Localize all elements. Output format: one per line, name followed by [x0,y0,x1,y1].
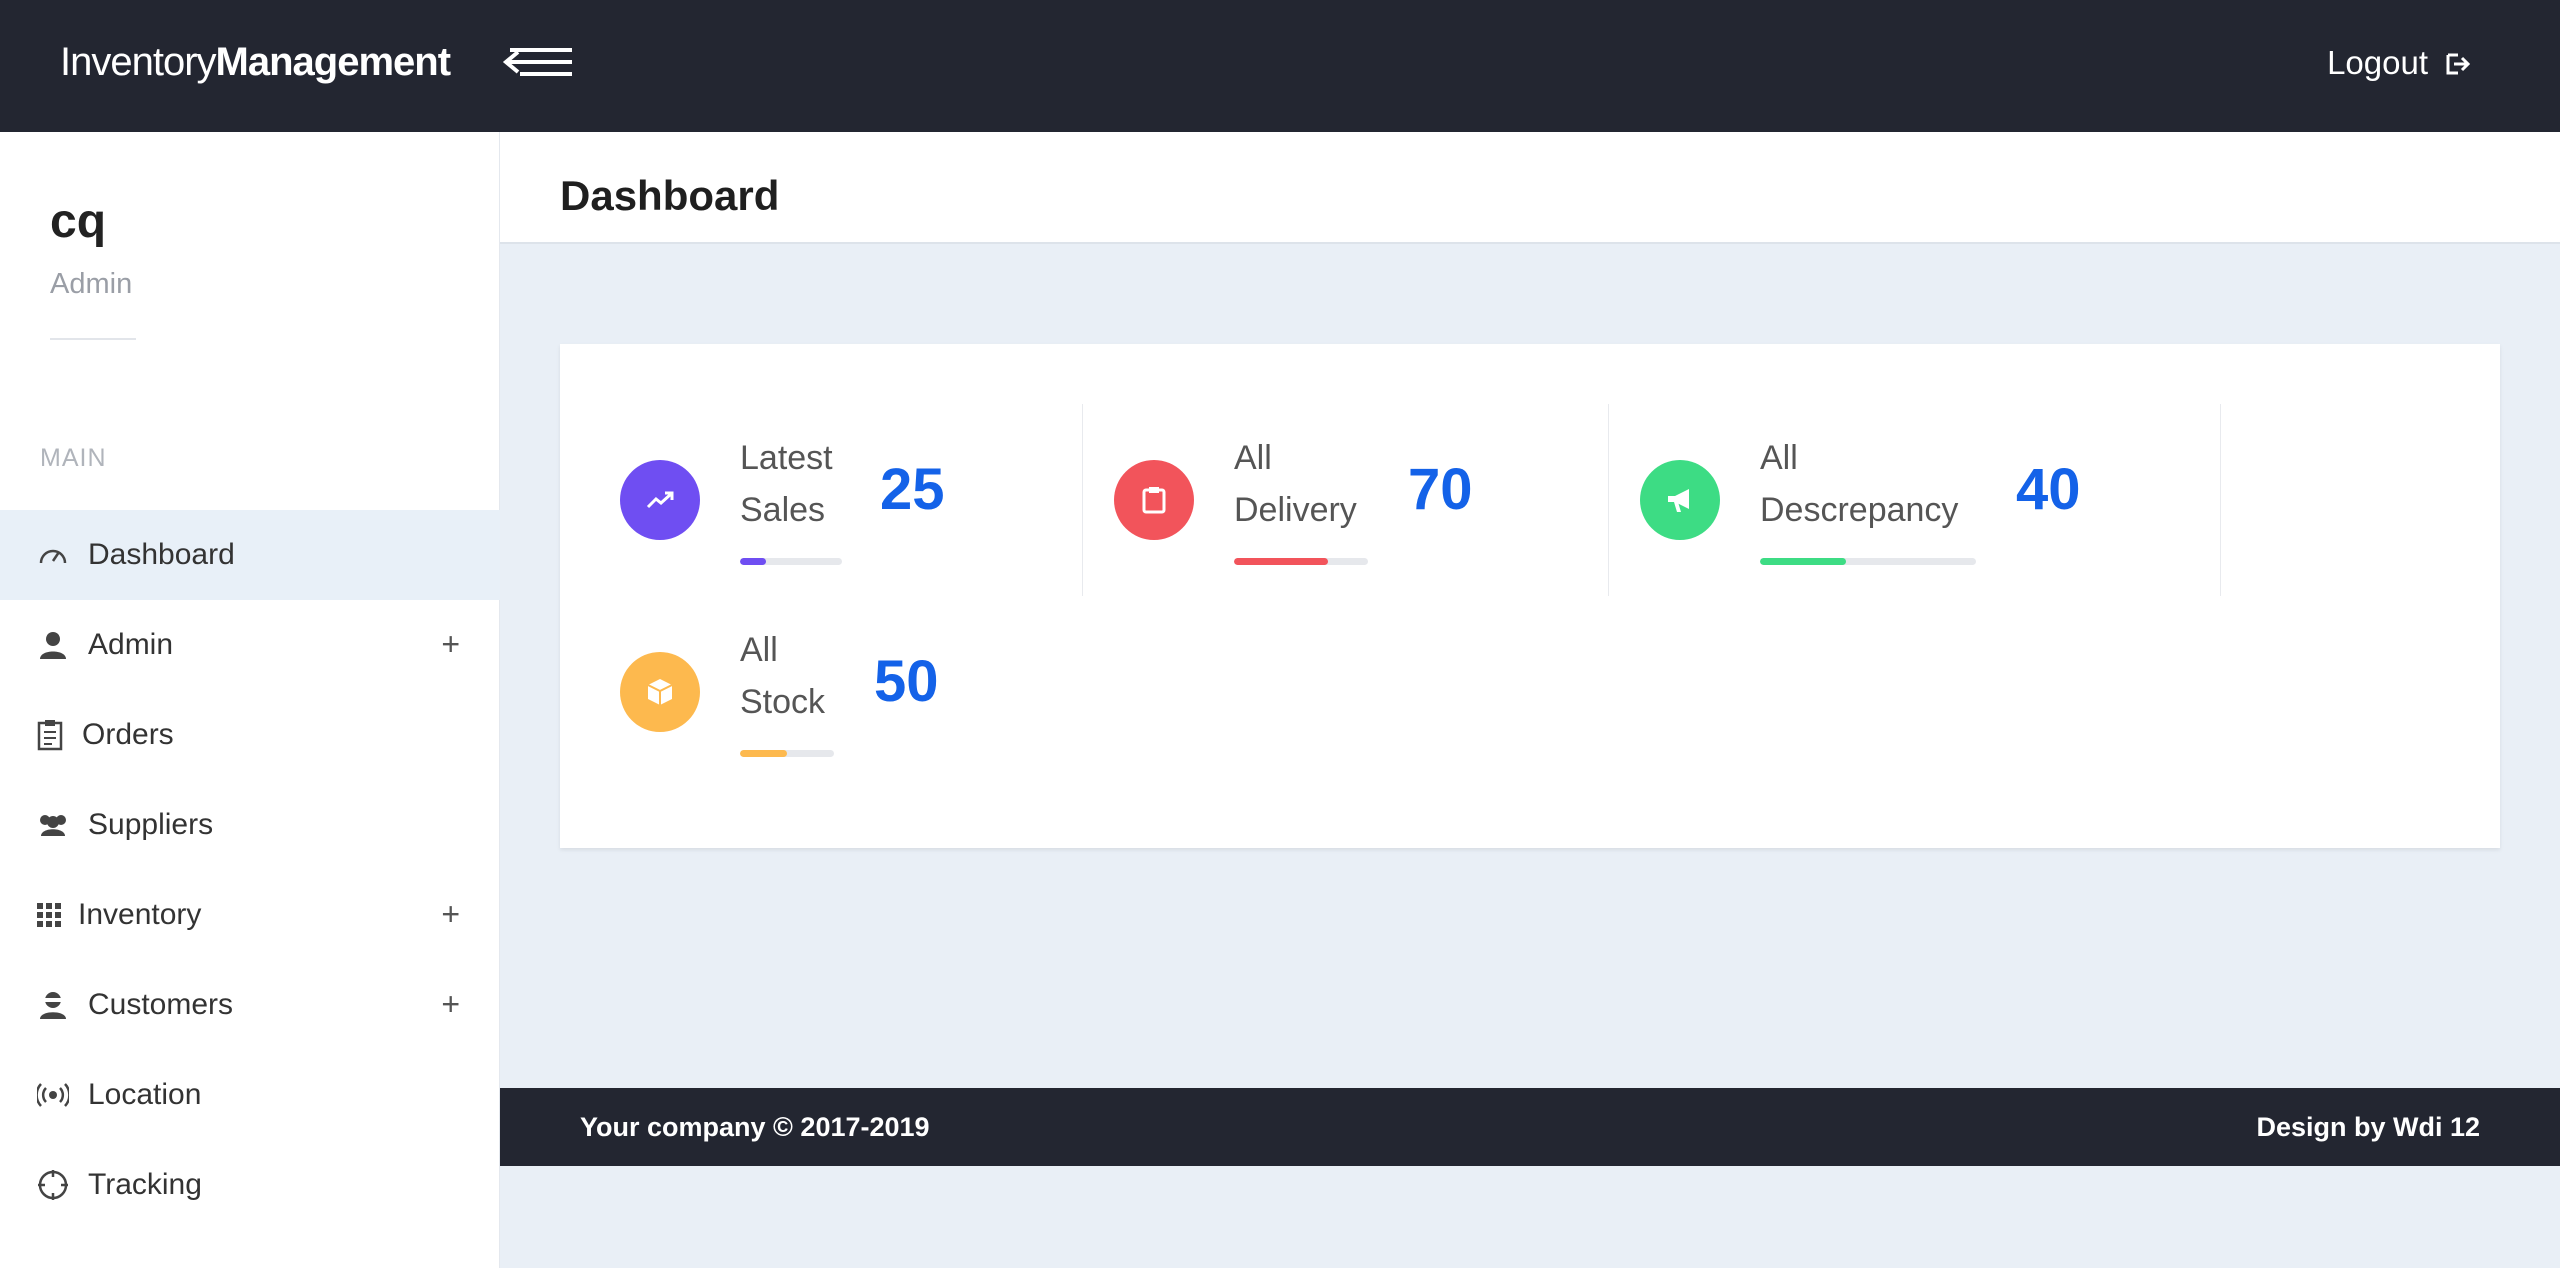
sidebar-item-dashboard[interactable]: Dashboard [0,510,500,600]
sidebar: cq Admin MAIN Dashboard Admin + Orders S… [0,132,500,1268]
stat-progress-fill [1234,558,1328,565]
megaphone-icon [1668,489,1689,512]
sidebar-item-label: Dashboard [88,538,235,571]
stat-progress-bar [740,750,834,757]
expand-plus-icon[interactable]: + [441,896,460,932]
sidebar-item-customers[interactable]: Customers + [0,960,500,1050]
user-name: cq [50,195,107,248]
stat-progress-bar [1234,558,1368,565]
cube-icon [647,679,673,705]
stat-value: 40 [2016,457,2081,522]
footer-credit: Design by Wdi 12 [2256,1112,2480,1142]
sidebar-item-inventory[interactable]: Inventory + [0,870,500,960]
page-title: Dashboard [560,172,780,219]
stats-card: Latest Sales 25 All Delivery 70 All Desc… [560,344,2500,848]
brand-text-bold: Management [215,40,451,84]
clipboard-icon [1142,487,1166,514]
expand-plus-icon[interactable]: + [441,986,460,1022]
menu-toggle-button[interactable] [500,40,580,84]
sidebar-item-admin[interactable]: Admin + [0,600,500,690]
stat-value: 25 [880,457,945,522]
customer-icon [36,988,70,1022]
logout-icon [2446,53,2471,75]
speedometer-icon [36,538,70,572]
top-navbar: InventoryManagement Logout [0,0,2560,132]
sidebar-item-location[interactable]: Location [0,1050,500,1140]
user-icon [36,628,70,662]
stat-icon-circle [1114,460,1194,540]
group-icon [36,808,70,842]
brand-logo[interactable]: InventoryManagement [60,34,451,90]
brand-text-light: Inventory [60,40,217,84]
clipboard-icon [36,718,64,752]
stat-icon-circle [620,652,700,732]
sidebar-item-label: Orders [82,718,174,751]
stat-icon-circle [620,460,700,540]
sidebar-item-suppliers[interactable]: Suppliers [0,780,500,870]
stat-progress-bar [1760,558,1976,565]
stat-separator [1608,404,1609,596]
stat-value: 70 [1408,457,1473,522]
stat-label: Latest Sales [740,439,833,529]
stat-separator [1082,404,1083,596]
collapse-menu-icon [502,48,572,76]
footer: Your company © 2017-2019 Design by Wdi 1… [500,1088,2560,1166]
trending-up-icon [646,491,674,509]
crosshair-icon [36,1168,70,1202]
sidebar-nav: Dashboard Admin + Orders Suppliers Inven… [0,510,500,1230]
stat-progress-bar [740,558,842,565]
stat-progress-fill [740,558,766,565]
logout-button[interactable]: Logout [2327,38,2472,88]
sidebar-item-label: Location [88,1078,202,1111]
stat-value: 50 [874,649,939,714]
stat-label: All Delivery [1234,439,1357,529]
stat-progress-fill [740,750,787,757]
sidebar-item-orders[interactable]: Orders [0,690,500,780]
sidebar-item-label: Tracking [88,1168,202,1201]
nav-section-label: MAIN [40,444,107,472]
sidebar-item-tracking[interactable]: Tracking [0,1140,500,1230]
sidebar-item-label: Inventory [78,898,202,931]
stat-separator [2220,404,2221,596]
logout-label: Logout [2327,44,2428,81]
user-divider [50,338,136,340]
expand-plus-icon[interactable]: + [441,626,460,662]
grid-icon [36,898,62,932]
sidebar-item-label: Customers [88,988,234,1021]
footer-copyright: Your company © 2017-2019 [580,1112,930,1142]
stat-label: All Stock [740,631,826,721]
stat-label: All Descrepancy [1760,439,1959,529]
broadcast-icon [36,1078,70,1112]
stat-progress-fill [1760,558,1847,565]
sidebar-item-label: Admin [88,628,174,661]
sidebar-item-label: Suppliers [88,808,214,841]
page-header: Dashboard [500,132,2560,244]
stat-icon-circle [1640,460,1720,540]
user-role: Admin [50,268,133,300]
